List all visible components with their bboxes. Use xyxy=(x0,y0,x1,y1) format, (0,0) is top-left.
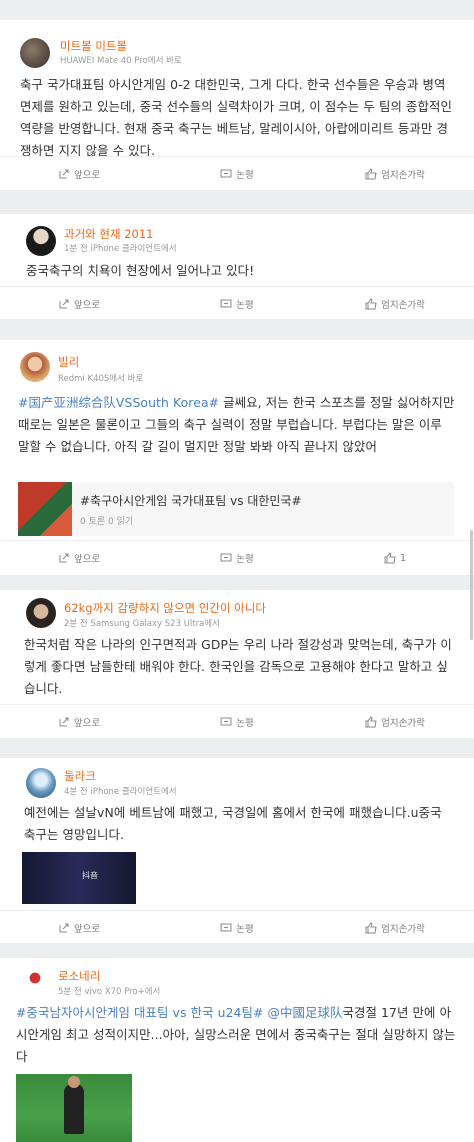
post-meta: HUAWEI Mate 40 Pro에서 바로 xyxy=(60,56,182,66)
share-icon xyxy=(59,169,69,179)
post-text: 예전에는 설날vN에 베트남에 패했고, 국경일에 홈에서 한국에 패했습니다.… xyxy=(24,805,442,842)
topic-card[interactable]: #축구아시안게임 국가대표팀 vs 대한민국# 0 토론 0 읽기 xyxy=(18,482,454,536)
thumbs-up-icon xyxy=(365,168,377,180)
post-card: 로소네리 5분 전 vivo X70 Pro+에서 #중국남자아시안게임 대표팀… xyxy=(0,958,474,1142)
like-label: 엄지손가락 xyxy=(381,300,425,311)
post-meta: 2분 전 Samsung Galaxy S23 Ultra에서 xyxy=(64,619,220,629)
like-label: 엄지손가락 xyxy=(381,924,425,935)
share-icon xyxy=(59,553,69,563)
like-button[interactable]: 1 xyxy=(316,541,474,575)
share-label: 앞으로 xyxy=(73,718,101,729)
referee-head xyxy=(68,1076,80,1088)
referee-figure xyxy=(64,1084,84,1134)
post-text: 축구 국가대표팀 아시안게임 0-2 대한민국, 그게 다다. 한국 선수들은 … xyxy=(20,77,452,158)
post-meta: Redmi K40S에서 바로 xyxy=(58,374,144,384)
comment-button[interactable]: 논평 xyxy=(158,157,316,190)
share-button[interactable]: 앞으로 xyxy=(0,541,158,575)
share-button[interactable]: 앞으로 xyxy=(0,157,158,190)
avatar[interactable] xyxy=(26,768,56,798)
comment-label: 논평 xyxy=(236,718,254,729)
hashtag-link[interactable]: #중국남자아시안게임 대표팀 vs 한국 u24팀# @中國足球队 xyxy=(16,1005,343,1020)
comment-icon xyxy=(220,923,232,932)
username[interactable]: 과거와 현재 2011 xyxy=(64,226,153,242)
like-label: 엄지손가락 xyxy=(381,718,425,729)
avatar[interactable] xyxy=(20,966,50,996)
like-button[interactable]: 엄지손가락 xyxy=(316,911,474,943)
post-text: #国产亚洲综合队VSSouth Korea# 글쎄요, 저는 한국 스포츠를 정… xyxy=(18,392,456,458)
post-card: 둘라크 4분 전 iPhone 클라이언트에서 예전에는 설날vN에 베트남에 … xyxy=(0,758,474,943)
thumbs-up-icon xyxy=(365,716,377,728)
share-icon xyxy=(59,923,69,933)
username[interactable]: 로소네리 xyxy=(58,968,100,984)
post-text: #중국남자아시안게임 대표팀 vs 한국 u24팀# @中國足球队국경절 17년… xyxy=(16,1002,456,1068)
video-thumbnail[interactable]: 抖音 xyxy=(22,852,136,904)
username[interactable]: 62kg까지 감량하지 않으면 인간이 아니다 xyxy=(64,600,266,616)
avatar[interactable] xyxy=(20,352,50,382)
share-button[interactable]: 앞으로 xyxy=(0,911,158,943)
comment-label: 논평 xyxy=(236,554,254,565)
post-meta: 1분 전 iPhone 클라이언트에서 xyxy=(64,244,177,254)
like-button[interactable]: 엄지손가락 xyxy=(316,157,474,190)
username[interactable]: 미트볼 미트볼 xyxy=(60,38,127,54)
action-bar: 앞으로 논평 엄지손가락 xyxy=(0,704,474,738)
action-bar: 앞으로 논평 1 xyxy=(0,540,474,575)
share-icon xyxy=(59,299,69,309)
post-text: 한국처럼 작은 나라의 인구면적과 GDP는 우리 나라 절강성과 맞먹는데, … xyxy=(24,637,452,696)
comment-icon xyxy=(220,169,232,178)
like-button[interactable]: 엄지손가락 xyxy=(316,705,474,738)
post-meta: 4분 전 iPhone 클라이언트에서 xyxy=(64,787,177,797)
comment-button[interactable]: 논평 xyxy=(158,287,316,319)
scrollbar[interactable] xyxy=(470,530,473,640)
topic-thumbnail xyxy=(18,482,72,536)
thumbs-up-icon xyxy=(384,552,396,564)
action-bar: 앞으로 논평 엄지손가락 xyxy=(0,156,474,190)
username[interactable]: 빌리 xyxy=(58,354,79,370)
action-bar: 앞으로 논평 엄지손가락 xyxy=(0,910,474,943)
comment-icon xyxy=(220,717,232,726)
post-meta: 5분 전 vivo X70 Pro+에서 xyxy=(58,987,161,997)
comment-label: 논평 xyxy=(236,170,254,181)
share-label: 앞으로 xyxy=(73,924,101,935)
share-button[interactable]: 앞으로 xyxy=(0,705,158,738)
topic-title: #축구아시안게임 국가대표팀 vs 대한민국# xyxy=(80,494,302,508)
comment-button[interactable]: 논평 xyxy=(158,541,316,575)
thumbs-up-icon xyxy=(365,922,377,934)
comment-icon xyxy=(220,553,232,562)
share-button[interactable]: 앞으로 xyxy=(0,287,158,319)
comment-label: 논평 xyxy=(236,924,254,935)
share-label: 앞으로 xyxy=(73,300,101,311)
share-icon xyxy=(59,717,69,727)
comment-button[interactable]: 논평 xyxy=(158,911,316,943)
like-button[interactable]: 엄지손가락 xyxy=(316,287,474,319)
post-card: 62kg까지 감량하지 않으면 인간이 아니다 2분 전 Samsung Gal… xyxy=(0,590,474,738)
topic-stats: 0 토론 0 읽기 xyxy=(80,517,134,527)
comment-button[interactable]: 논평 xyxy=(158,705,316,738)
avatar[interactable] xyxy=(26,598,56,628)
comment-icon xyxy=(220,299,232,308)
comment-label: 논평 xyxy=(236,300,254,311)
post-image[interactable] xyxy=(16,1074,132,1142)
post-card: 미트볼 미트볼 HUAWEI Mate 40 Pro에서 바로 축구 국가대표팀… xyxy=(0,20,474,190)
avatar[interactable] xyxy=(20,38,50,68)
post-card: 과거와 현재 2011 1분 전 iPhone 클라이언트에서 중국축구의 치욕… xyxy=(0,214,474,319)
username[interactable]: 둘라크 xyxy=(64,768,96,784)
like-label: 엄지손가락 xyxy=(381,170,425,181)
share-label: 앞으로 xyxy=(73,170,101,181)
post-text: 중국축구의 치욕이 현장에서 일어나고 있다! xyxy=(26,263,255,278)
share-label: 앞으로 xyxy=(73,554,101,565)
thumbs-up-icon xyxy=(365,298,377,310)
video-label: 抖音 xyxy=(82,871,98,880)
action-bar: 앞으로 논평 엄지손가락 xyxy=(0,286,474,319)
avatar[interactable] xyxy=(26,226,56,256)
post-card: 빌리 Redmi K40S에서 바로 #国产亚洲综合队VSSouth Korea… xyxy=(0,340,474,575)
like-count: 1 xyxy=(399,552,407,564)
hashtag-link[interactable]: #国产亚洲综合队VSSouth Korea# xyxy=(18,395,219,410)
